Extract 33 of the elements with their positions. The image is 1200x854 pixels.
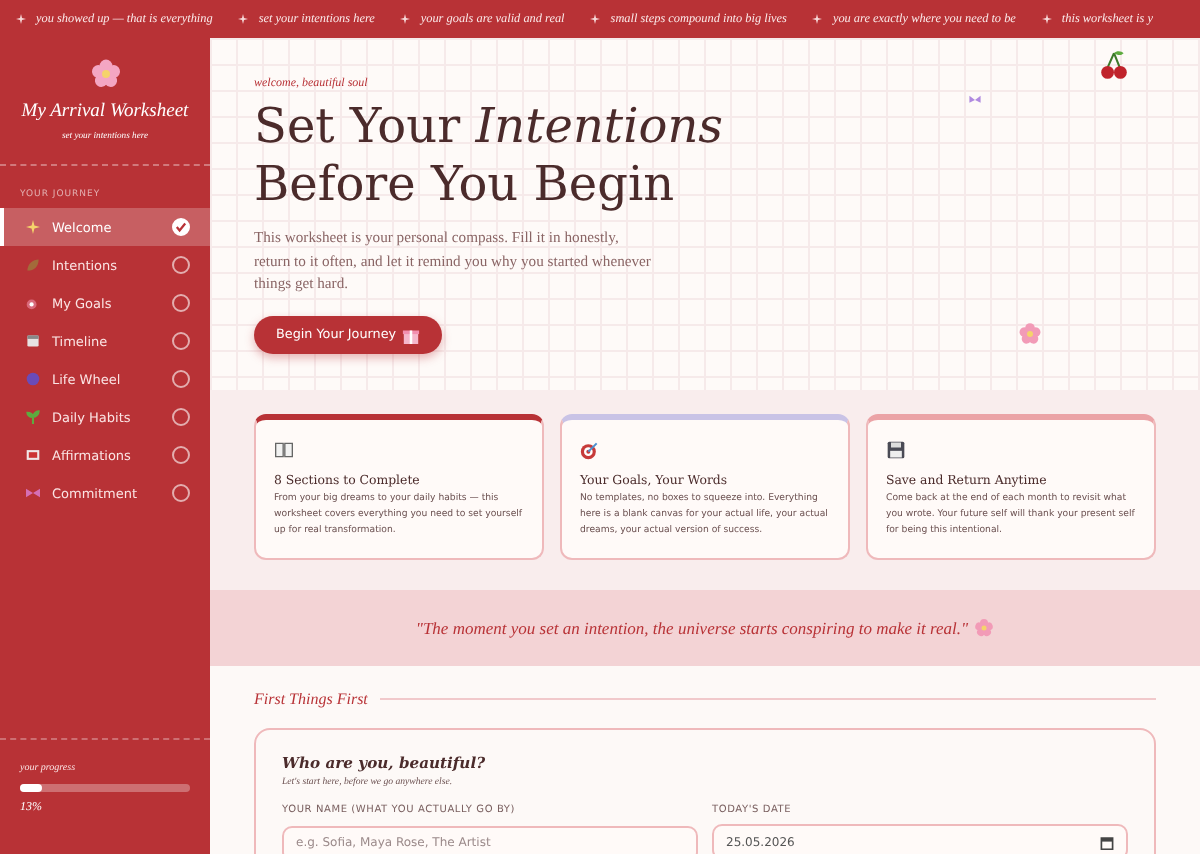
checkbox[interactable]	[172, 370, 190, 388]
sparkle-icon	[1041, 14, 1052, 24]
sparkle-icon	[16, 14, 26, 24]
checkbox[interactable]	[172, 218, 190, 236]
flower-icon	[1018, 322, 1042, 346]
checkbox[interactable]	[172, 484, 190, 502]
checkbox[interactable]	[172, 256, 190, 274]
sparkle-icon	[238, 14, 249, 24]
target-icon	[26, 296, 40, 310]
sparkle-icon	[26, 220, 40, 234]
sparkle-icon	[812, 14, 823, 24]
flower-icon	[974, 618, 995, 638]
checkbox[interactable]	[172, 332, 190, 350]
frame-icon	[26, 448, 40, 462]
leaf-icon	[26, 258, 40, 272]
target-icon	[580, 440, 600, 460]
sprout-icon	[26, 410, 40, 424]
globe-icon	[26, 372, 40, 386]
page-title: Set Your Intentions Before You Begin	[254, 98, 723, 214]
book-icon	[274, 440, 294, 460]
checkbox[interactable]	[172, 294, 190, 312]
checkbox[interactable]	[172, 446, 190, 464]
sparkle-icon	[400, 14, 411, 24]
section-heading: First Things First	[254, 690, 368, 708]
worksheet-title: My Arrival Worksheet	[21, 102, 189, 122]
gift-icon	[402, 325, 421, 343]
calendar-icon	[26, 334, 40, 348]
sparkle-icon	[590, 14, 601, 24]
calendar-icon	[1100, 835, 1114, 849]
flower-icon	[89, 58, 121, 90]
quote-text: "The moment you set an intention, the universe starts conspiring to make it real."	[415, 618, 969, 638]
checkbox[interactable]	[172, 408, 190, 426]
cherry-icon	[1098, 50, 1130, 82]
